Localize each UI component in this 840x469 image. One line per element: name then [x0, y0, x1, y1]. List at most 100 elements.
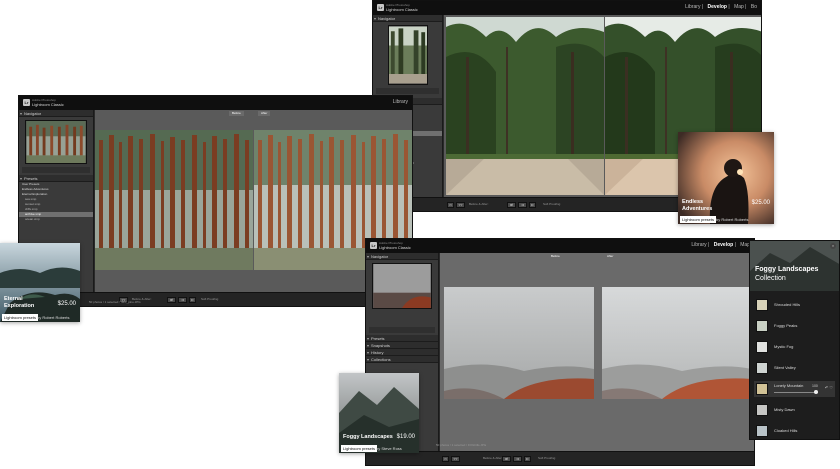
- collection-item[interactable]: Silent Valley: [754, 360, 835, 376]
- lr-logo-icon: Lr: [377, 4, 384, 11]
- collection-item-selected[interactable]: Lonely Mountain 100 ↶ ♡: [754, 381, 835, 397]
- presets-panel[interactable]: Presets: [366, 335, 438, 342]
- before-photo[interactable]: [95, 130, 253, 270]
- compare-icon[interactable]: YY: [456, 202, 465, 208]
- loupe-view: Before After: [440, 253, 754, 451]
- collection-title: Foggy Landscapes Collection: [755, 266, 819, 282]
- collection-item[interactable]: Foggy Peaks: [754, 318, 835, 334]
- heart-icon[interactable]: ♡: [829, 385, 833, 390]
- app-name: Lightroom Classic: [386, 7, 418, 12]
- navigator-thumbnail[interactable]: [25, 120, 87, 164]
- copy-before-button[interactable]: ⇉: [513, 456, 522, 462]
- preset-item[interactable]: ocean.xmp: [19, 217, 93, 222]
- compare-icon[interactable]: YY: [451, 456, 460, 462]
- module-picker: Library: [390, 99, 408, 105]
- promo-card-eternal-exploration[interactable]: Eternal Exploration $25.00 Lightroom pre…: [0, 243, 80, 322]
- collection-item[interactable]: Misty Dawn: [754, 402, 835, 418]
- preset-swatch: [756, 320, 768, 332]
- promo-card-foggy-landscapes[interactable]: Foggy Landscapes $19.00 Lightroom preset…: [339, 373, 419, 453]
- preset-amount-bar[interactable]: [376, 88, 439, 94]
- preset-name: Cloaked Hills: [774, 428, 798, 433]
- navigator-header[interactable]: Navigator: [19, 110, 93, 117]
- copy-before-button[interactable]: ⇉: [518, 202, 527, 208]
- module-picker: Library | Develop | Map | Bo: [685, 4, 757, 10]
- preset-name: Silent Valley: [774, 365, 796, 370]
- navigator-thumbnail[interactable]: [372, 263, 432, 309]
- filmstrip-status: 50 photos / 1 selected / FOGhills.JPG: [436, 443, 487, 447]
- app-topbar: Lr Adobe Photoshop Lightroom Classic Lib…: [373, 1, 761, 15]
- undo-icon[interactable]: ↶: [825, 385, 828, 390]
- collection-item[interactable]: Mystic Fog: [754, 339, 835, 355]
- preset-amount-bar[interactable]: [369, 327, 435, 333]
- copy-after-button[interactable]: ⇇: [189, 297, 196, 303]
- swap-button[interactable]: ⇄: [507, 202, 516, 208]
- lightroom-window-develop-foggy: Lr Adobe Photoshop Lightroom Classic Lib…: [365, 238, 755, 466]
- collection-item[interactable]: Shrouded Hills: [754, 297, 835, 313]
- preset-amount-bar[interactable]: [22, 167, 90, 173]
- promo-title: Endless Adventures: [682, 199, 713, 212]
- soft-proofing-label[interactable]: Soft Proofing: [538, 456, 555, 460]
- loupe-view-button[interactable]: ▭: [442, 456, 449, 462]
- preset-list: User Presets Endless Adventures Eternal …: [19, 182, 93, 222]
- swap-button[interactable]: ⇄: [502, 456, 511, 462]
- copy-before-button[interactable]: ⇉: [178, 297, 187, 303]
- promo-footer: Lightroom presets by Robert Roberts: [678, 215, 774, 224]
- navigator-header[interactable]: Navigator: [373, 15, 442, 22]
- filmstrip-status: 50 photos / 1 selected / IMG_pine.JPG: [89, 300, 141, 304]
- navigator-header[interactable]: Navigator: [366, 253, 438, 260]
- preset-swatch: [756, 383, 768, 395]
- preset-name: Lonely Mountain: [774, 383, 804, 388]
- app-topbar: Lr Adobe Photoshop Lightroom Classic Lib…: [366, 239, 754, 253]
- app-name: Lightroom Classic: [379, 245, 411, 250]
- after-label: After: [258, 111, 271, 116]
- promo-tag: Lightroom presets: [680, 216, 717, 223]
- module-map[interactable]: Map: [734, 4, 744, 10]
- promo-card-endless-adventures[interactable]: Endless Adventures $25.00 Lightroom pres…: [678, 132, 774, 224]
- close-icon[interactable]: ×: [830, 243, 836, 249]
- copy-after-button[interactable]: ⇇: [524, 456, 531, 462]
- collection-panel: × Foggy Landscapes Collection Shrouded H…: [749, 240, 840, 440]
- soft-proofing-label[interactable]: Soft Proofing: [543, 202, 560, 206]
- amount-slider-knob[interactable]: [814, 390, 818, 394]
- preset-name: Foggy Peaks: [774, 323, 798, 328]
- collection-header: × Foggy Landscapes Collection: [750, 241, 839, 291]
- presets-header[interactable]: Presets: [19, 175, 93, 182]
- before-label: Before: [229, 111, 244, 116]
- item-actions: ↶ ♡: [825, 385, 833, 390]
- promo-title: Foggy Landscapes: [343, 434, 393, 440]
- before-photo[interactable]: [446, 17, 604, 195]
- module-library[interactable]: Library: [691, 242, 706, 248]
- promo-image: [339, 373, 419, 453]
- module-picker: Library | Develop | Map: [691, 242, 750, 248]
- after-photo[interactable]: [602, 287, 752, 399]
- promo-title: Eternal Exploration: [4, 296, 35, 309]
- app-name: Lightroom Classic: [32, 102, 64, 107]
- module-library[interactable]: Library: [685, 4, 700, 10]
- before-photo[interactable]: [444, 287, 594, 399]
- preset-swatch: [756, 404, 768, 416]
- promo-image: [0, 243, 80, 322]
- history-panel[interactable]: History: [366, 349, 438, 356]
- module-develop[interactable]: Develop: [708, 4, 727, 10]
- collections-panel[interactable]: Collections: [366, 356, 438, 363]
- amount-value: 100: [812, 384, 818, 388]
- snapshots-panel[interactable]: Snapshots: [366, 342, 438, 349]
- module-book[interactable]: Bo: [751, 4, 757, 10]
- soft-proofing-label[interactable]: Soft Proofing: [201, 297, 218, 301]
- navigator-thumbnail[interactable]: [387, 25, 428, 85]
- swap-button[interactable]: ⇄: [167, 297, 176, 303]
- module-library[interactable]: Library: [393, 99, 408, 105]
- collection-item[interactable]: Cloaked Hills: [754, 423, 835, 439]
- bottom-toolbar: ▭ YY Before & After: ⇄ ⇉ ⇇ Soft Proofing: [366, 451, 754, 465]
- preset-swatch: [756, 362, 768, 374]
- app-topbar: Lr Adobe Photoshop Lightroom Classic Lib…: [19, 96, 412, 110]
- amount-slider[interactable]: [774, 390, 818, 394]
- preset-swatch: [756, 299, 768, 311]
- preset-name: Shrouded Hills: [774, 302, 801, 307]
- copy-after-button[interactable]: ⇇: [529, 202, 536, 208]
- loupe-view-button[interactable]: ▭: [447, 202, 454, 208]
- promo-price: $19.00: [396, 434, 415, 440]
- promo-author: by Steve Ross: [376, 446, 402, 451]
- module-develop[interactable]: Develop: [714, 242, 733, 248]
- promo-tag: Lightroom presets: [341, 445, 378, 452]
